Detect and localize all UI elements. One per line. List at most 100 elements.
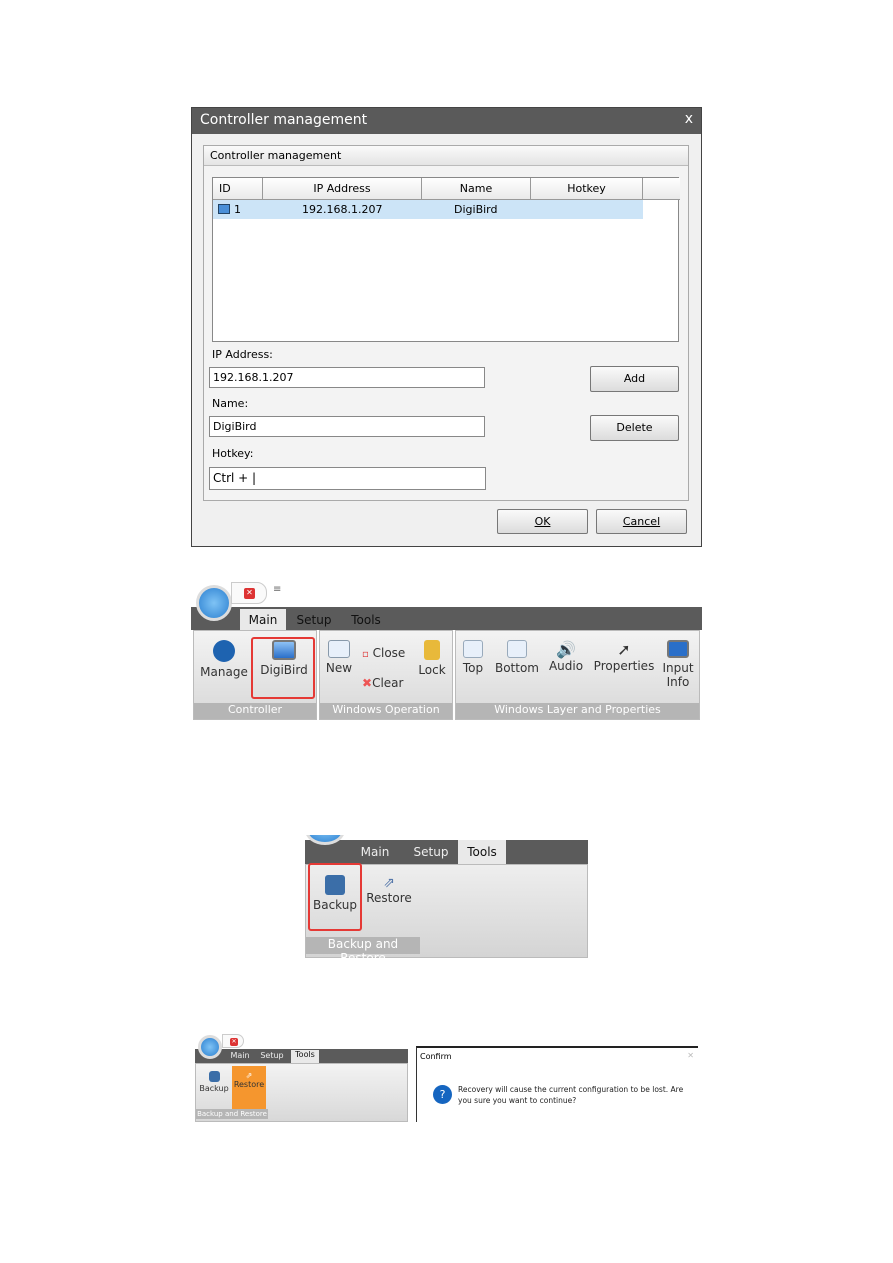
ip-input[interactable]: 192.168.1.207: [209, 367, 485, 388]
cursor-icon: ➚: [617, 640, 631, 659]
tab-tools[interactable]: Tools: [458, 840, 506, 864]
backup-label: Backup: [199, 1084, 229, 1093]
clear-icon: ✖: [362, 676, 373, 690]
group-label-controller: Controller: [194, 703, 316, 719]
quick-access-toolbar: ✕: [231, 582, 267, 604]
properties-label: Properties: [593, 659, 655, 673]
group-label-windows-layer: Windows Layer and Properties: [456, 703, 699, 719]
cancel-button[interactable]: Cancel: [596, 509, 687, 534]
dialog-title: Controller management: [192, 108, 701, 134]
controller-management-dialog: Controller management x Controller manag…: [191, 107, 702, 547]
delete-button[interactable]: Delete: [590, 415, 679, 441]
digibird-button[interactable]: DigiBird: [257, 640, 311, 677]
restore-button[interactable]: ⇗ Restore: [365, 875, 413, 905]
main-ribbon: ✕ ≡ Main Setup Tools Manage DigiBird New…: [191, 580, 702, 722]
top-button[interactable]: Top: [457, 640, 489, 675]
close-window-icon: ▫: [362, 649, 369, 660]
question-icon: ?: [433, 1085, 452, 1104]
backup-button[interactable]: Backup: [313, 875, 357, 912]
group-label-backup-restore: Backup and Restore: [306, 937, 420, 958]
hotkey-label: Hotkey:: [212, 447, 254, 460]
ok-button[interactable]: OK: [497, 509, 588, 534]
clear-label: Clear: [372, 676, 404, 690]
close-icon[interactable]: ✕: [687, 1051, 694, 1060]
col-ip[interactable]: IP Address: [263, 178, 422, 200]
new-window-icon: [328, 640, 350, 658]
lock-label: Lock: [418, 663, 446, 677]
clear-button[interactable]: ✖Clear: [362, 676, 403, 690]
monitor-icon: [272, 640, 296, 660]
lock-button[interactable]: Lock: [415, 640, 449, 677]
speaker-icon: 🔊: [556, 640, 576, 659]
monitor-icon: [218, 204, 230, 214]
col-hotkey[interactable]: Hotkey: [531, 178, 643, 200]
restore-icon: ⇗: [245, 1071, 253, 1080]
close-icon[interactable]: x: [685, 111, 693, 127]
tab-setup[interactable]: Setup: [408, 845, 454, 859]
close-window-button[interactable]: ▫ Close: [362, 646, 405, 660]
backup-button[interactable]: Backup: [199, 1071, 229, 1093]
cell-id: 1: [234, 203, 241, 216]
backup-icon: [208, 1071, 220, 1082]
tab-tools[interactable]: Tools: [343, 609, 389, 631]
app-orb-icon[interactable]: [196, 585, 232, 621]
bottom-button[interactable]: Bottom: [493, 640, 541, 675]
new-button[interactable]: New: [323, 640, 355, 675]
restore-icon: ⇗: [383, 875, 395, 891]
customize-icon[interactable]: ≡: [273, 584, 281, 595]
col-name[interactable]: Name: [422, 178, 531, 200]
cell-name: DigiBird: [454, 203, 498, 216]
restore-button[interactable]: ⇗ Restore: [232, 1066, 266, 1110]
tab-setup[interactable]: Setup: [291, 609, 337, 631]
name-label: Name:: [212, 397, 249, 410]
col-empty: [643, 178, 680, 200]
manage-button[interactable]: Manage: [199, 640, 249, 679]
close-label: Close: [372, 646, 406, 660]
tools-ribbon-restore: ✕ Main Setup Tools Backup ⇗ Restore Backu…: [195, 1033, 408, 1122]
confirm-dialog: Confirm ✕ ? Recovery will cause the curr…: [416, 1046, 698, 1122]
tools-ribbon: Main Setup Tools Backup ⇗ Restore Backup …: [305, 835, 588, 958]
restore-label: Restore: [233, 1080, 265, 1089]
backup-label: Backup: [313, 898, 357, 912]
group-label-windows-operation: Windows Operation: [320, 703, 452, 719]
table-row[interactable]: 1 192.168.1.207 DigiBird: [213, 200, 643, 219]
close-icon[interactable]: ✕: [230, 1038, 238, 1046]
top-label: Top: [462, 661, 484, 675]
tab-main[interactable]: Main: [228, 1051, 252, 1060]
confirm-title: Confirm: [420, 1052, 452, 1061]
tab-main[interactable]: Main: [355, 845, 395, 859]
group-label-backup-restore: Backup and Restore: [196, 1109, 268, 1119]
restore-label: Restore: [366, 891, 412, 905]
backup-icon: [325, 875, 345, 895]
manage-label: Manage: [200, 665, 248, 679]
audio-label: Audio: [548, 659, 584, 673]
name-input[interactable]: DigiBird: [209, 416, 485, 437]
group-title: Controller management: [204, 146, 688, 166]
new-label: New: [325, 661, 353, 675]
digibird-label: DigiBird: [260, 663, 308, 677]
input-info-icon: [667, 640, 689, 658]
controller-group: Controller management ID IP Address Name…: [203, 145, 689, 501]
col-id[interactable]: ID: [213, 178, 263, 200]
cell-ip: 192.168.1.207: [302, 203, 383, 216]
bottom-label: Bottom: [494, 661, 539, 675]
confirm-message: Recovery will cause the current configur…: [458, 1085, 684, 1105]
gear-icon: [213, 640, 235, 662]
input-info-label: Input Info: [662, 661, 694, 689]
top-icon: [463, 640, 483, 658]
add-button[interactable]: Add: [590, 366, 679, 392]
input-info-button[interactable]: Input Info: [659, 640, 697, 689]
close-icon[interactable]: ✕: [244, 588, 255, 599]
app-orb-icon[interactable]: [198, 1035, 222, 1059]
tab-tools[interactable]: Tools: [291, 1050, 319, 1063]
properties-button[interactable]: ➚ Properties: [591, 640, 657, 673]
controller-table: ID IP Address Name Hotkey 1 192.168.1.20…: [212, 177, 680, 342]
bottom-icon: [507, 640, 527, 658]
tab-setup[interactable]: Setup: [259, 1051, 285, 1060]
lock-icon: [424, 640, 440, 660]
hotkey-input[interactable]: Ctrl + |: [209, 467, 486, 490]
ip-label: IP Address:: [212, 348, 273, 361]
tab-main[interactable]: Main: [240, 609, 286, 631]
quick-access-toolbar: ✕: [222, 1034, 244, 1048]
audio-button[interactable]: 🔊 Audio: [546, 640, 586, 673]
